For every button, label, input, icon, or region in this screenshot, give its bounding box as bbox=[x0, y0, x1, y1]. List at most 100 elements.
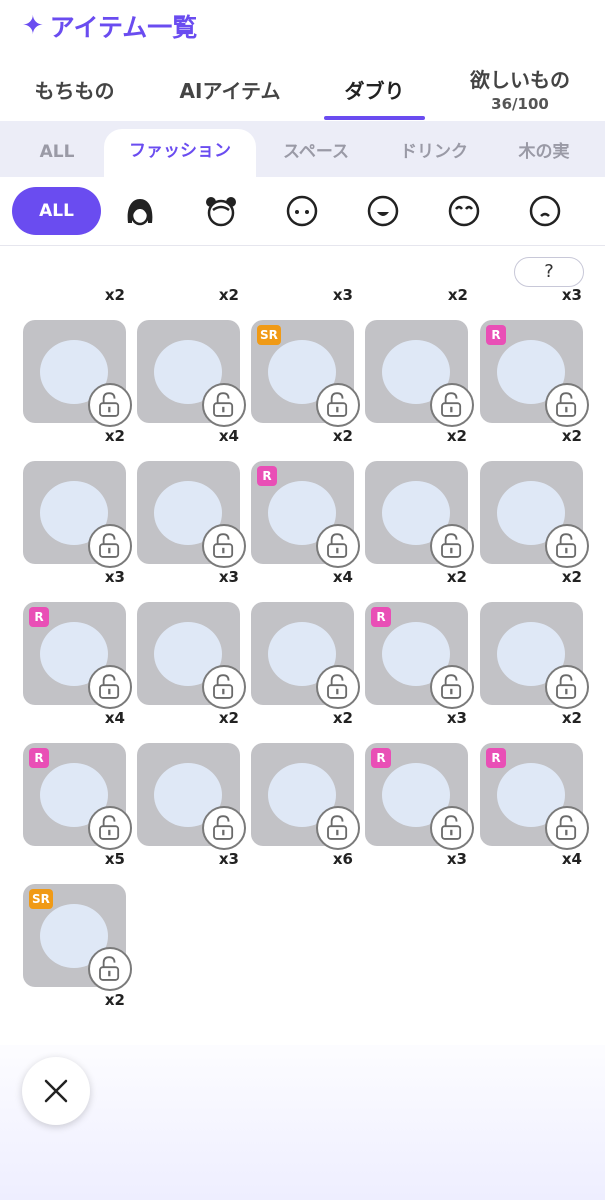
lock-icon[interactable] bbox=[430, 383, 474, 427]
lock-icon[interactable] bbox=[202, 665, 246, 709]
lock-icon[interactable] bbox=[545, 524, 589, 568]
close-icon bbox=[44, 1079, 68, 1103]
category-tab-space[interactable]: スペース bbox=[264, 121, 368, 177]
rarity-badge: R bbox=[371, 748, 391, 768]
lock-icon[interactable] bbox=[88, 947, 132, 991]
item-tile[interactable] bbox=[365, 461, 474, 568]
item-count: x2 bbox=[218, 709, 239, 727]
item-tile[interactable]: R bbox=[365, 743, 474, 850]
tab-duplicates[interactable]: ダブり bbox=[324, 60, 425, 122]
item-tile[interactable] bbox=[251, 602, 360, 709]
category-tab-drink[interactable]: ドリンク bbox=[380, 121, 488, 177]
tab-wishlist[interactable]: 欲しいもの 36/100 bbox=[450, 60, 590, 122]
item-count: x4 bbox=[561, 850, 582, 868]
tab-label: もちもの bbox=[34, 79, 115, 103]
item-count: x3 bbox=[218, 850, 239, 868]
face-eyes-icon[interactable] bbox=[284, 193, 320, 229]
item-tile[interactable]: R bbox=[251, 461, 360, 568]
lock-icon[interactable] bbox=[202, 524, 246, 568]
item-count: x3 bbox=[446, 709, 467, 727]
item-count: x4 bbox=[218, 427, 239, 445]
item-count: x2 bbox=[104, 991, 125, 1009]
rarity-badge: R bbox=[257, 466, 277, 486]
item-count: x2 bbox=[104, 427, 125, 445]
lock-icon[interactable] bbox=[88, 524, 132, 568]
item-tile[interactable] bbox=[480, 461, 589, 568]
item-count: x3 bbox=[561, 286, 582, 304]
face-frown-icon[interactable] bbox=[527, 193, 563, 229]
category-tab-nuts[interactable]: 木の実 bbox=[496, 121, 592, 177]
item-count: x4 bbox=[104, 709, 125, 727]
item-tile[interactable] bbox=[480, 602, 589, 709]
item-count: x2 bbox=[561, 709, 582, 727]
tab-label: 欲しいもの bbox=[470, 68, 570, 92]
sparkle-icon: ✦ bbox=[22, 11, 44, 41]
lock-icon[interactable] bbox=[316, 665, 360, 709]
item-count: x4 bbox=[332, 568, 353, 586]
item-tile[interactable] bbox=[23, 461, 132, 568]
lock-icon[interactable] bbox=[88, 665, 132, 709]
main-tabs: もちもの AIアイテム ダブり 欲しいもの 36/100 bbox=[0, 60, 605, 122]
close-button[interactable] bbox=[22, 1057, 90, 1125]
page-title: アイテム一覧 bbox=[49, 13, 198, 42]
item-count: x5 bbox=[104, 850, 125, 868]
item-count: x2 bbox=[561, 568, 582, 586]
lock-icon[interactable] bbox=[545, 383, 589, 427]
lock-icon[interactable] bbox=[316, 383, 360, 427]
item-count: x6 bbox=[332, 850, 353, 868]
category-tab-all[interactable]: ALL bbox=[12, 121, 102, 177]
hair-icon[interactable] bbox=[122, 193, 158, 229]
item-tile[interactable] bbox=[137, 743, 246, 850]
lock-icon[interactable] bbox=[316, 806, 360, 850]
item-tile[interactable]: SR bbox=[251, 320, 360, 427]
item-tile[interactable]: R bbox=[365, 602, 474, 709]
rarity-badge: R bbox=[371, 607, 391, 627]
item-tile[interactable] bbox=[23, 320, 132, 427]
face-mouth-icon[interactable] bbox=[365, 193, 401, 229]
filter-all-button[interactable]: ALL bbox=[12, 187, 101, 235]
rarity-badge: R bbox=[486, 748, 506, 768]
face-closed-eyes-icon[interactable] bbox=[446, 193, 482, 229]
lock-icon[interactable] bbox=[88, 806, 132, 850]
lock-icon[interactable] bbox=[430, 806, 474, 850]
item-tile[interactable] bbox=[137, 320, 246, 427]
item-tile[interactable]: SR bbox=[23, 884, 132, 991]
item-count: x2 bbox=[447, 286, 468, 304]
rarity-badge: SR bbox=[29, 889, 53, 909]
lock-icon[interactable] bbox=[545, 806, 589, 850]
category-tab-fashion[interactable]: ファッション bbox=[104, 129, 256, 177]
item-count: x2 bbox=[332, 427, 353, 445]
lock-icon[interactable] bbox=[545, 665, 589, 709]
item-count: x2 bbox=[332, 709, 353, 727]
item-tile[interactable] bbox=[137, 461, 246, 568]
item-tile[interactable]: R bbox=[480, 320, 589, 427]
tab-mochimono[interactable]: もちもの bbox=[12, 60, 137, 122]
item-count: x3 bbox=[104, 568, 125, 586]
item-count: x2 bbox=[104, 286, 125, 304]
item-tile[interactable]: R bbox=[23, 602, 132, 709]
lock-icon[interactable] bbox=[202, 383, 246, 427]
tab-label: ダブり bbox=[344, 79, 405, 103]
item-tile[interactable]: R bbox=[480, 743, 589, 850]
wishlist-count: 36/100 bbox=[491, 95, 549, 113]
lock-icon[interactable] bbox=[88, 383, 132, 427]
item-tile[interactable] bbox=[137, 602, 246, 709]
help-button[interactable]: ? bbox=[514, 257, 584, 287]
lock-icon[interactable] bbox=[430, 524, 474, 568]
item-count: x2 bbox=[561, 427, 582, 445]
item-tile[interactable]: R bbox=[23, 743, 132, 850]
rarity-badge: R bbox=[486, 325, 506, 345]
tab-label: AIアイテム bbox=[179, 79, 281, 103]
header: ✦ アイテム一覧 bbox=[22, 8, 197, 44]
bear-ears-icon[interactable] bbox=[203, 193, 239, 229]
item-tile[interactable] bbox=[365, 320, 474, 427]
lock-icon[interactable] bbox=[202, 806, 246, 850]
item-count: x2 bbox=[446, 568, 467, 586]
rarity-badge: R bbox=[29, 607, 49, 627]
item-count: x3 bbox=[332, 286, 353, 304]
lock-icon[interactable] bbox=[316, 524, 360, 568]
filter-bar: ALL bbox=[0, 177, 605, 245]
lock-icon[interactable] bbox=[430, 665, 474, 709]
item-tile[interactable] bbox=[251, 743, 360, 850]
tab-ai-items[interactable]: AIアイテム bbox=[155, 60, 305, 122]
